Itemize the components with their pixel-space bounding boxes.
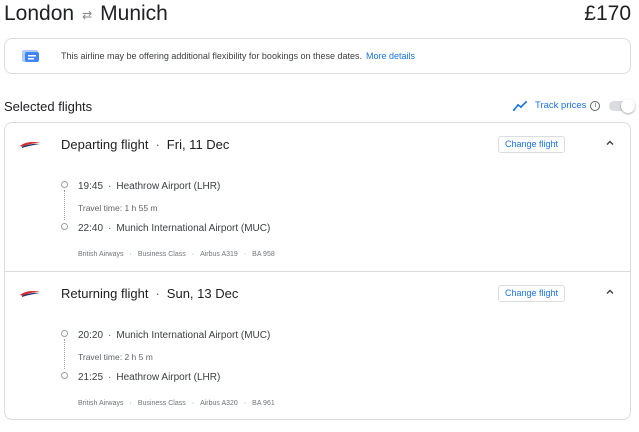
- arrival-stop: 21:25 · Heathrow Airport (LHR): [78, 372, 221, 383]
- travel-time: Travel time: 1 h 55 m: [78, 203, 158, 213]
- total-price: £170: [584, 2, 631, 25]
- arrival-time: 22:40: [78, 223, 104, 234]
- leg-label: Returning flight: [61, 286, 149, 301]
- leg-label: Departing flight: [61, 137, 149, 152]
- british-airways-logo: [20, 291, 40, 297]
- flight-timeline: [61, 328, 69, 379]
- info-icon[interactable]: i: [590, 100, 601, 111]
- arrival-airport: Munich International Airport (MUC): [116, 223, 271, 234]
- origin-city: London: [4, 2, 75, 25]
- selected-flights-card: Departing flight · Fri, 11 Dec Change flig…: [4, 122, 631, 420]
- section-title: Selected flights: [4, 99, 93, 114]
- departure-time: 19:45: [78, 181, 104, 192]
- notice-text: This airline may be offering additional …: [61, 51, 363, 61]
- travel-time: Travel time: 2 h 5 m: [78, 352, 153, 362]
- separator-dot: ·: [155, 286, 160, 301]
- flight-number: BA 958: [252, 251, 275, 258]
- departure-time: 20:20: [78, 330, 104, 341]
- change-flight-button[interactable]: Change flight: [498, 285, 566, 302]
- flight-details: British Airways · Business Class · Airbus A3…: [78, 251, 275, 258]
- aircraft-type: Airbus A320: [200, 400, 238, 407]
- flight-number: BA 961: [252, 400, 275, 407]
- timeline-dotted-line: [64, 339, 65, 369]
- swap-arrows-icon: ⇄: [82, 8, 93, 22]
- returning-title: Returning flight · Sun, 13 Dec: [61, 286, 238, 301]
- departure-stop: 19:45 · Heathrow Airport (LHR): [78, 181, 221, 192]
- route-title: London ⇄ Munich: [4, 2, 168, 26]
- arrival-time: 21:25: [78, 372, 104, 383]
- change-flight-button[interactable]: Change flight: [498, 136, 566, 153]
- aircraft-type: Airbus A319: [200, 251, 238, 258]
- departure-stop: 20:20 · Munich International Airport (MUC): [78, 330, 271, 341]
- timeline-dotted-line: [64, 190, 65, 220]
- departure-circle: [61, 330, 68, 337]
- chevron-up-icon[interactable]: [605, 287, 615, 297]
- cabin-class: Business Class: [137, 251, 186, 258]
- departing-title: Departing flight · Fri, 11 Dec: [61, 137, 229, 152]
- departure-airport: Munich International Airport (MUC): [116, 330, 271, 341]
- track-prices[interactable]: Track prices i: [513, 98, 636, 113]
- departure-airport: Heathrow Airport (LHR): [116, 181, 221, 192]
- leg-date: Sun, 13 Dec: [166, 286, 239, 301]
- track-prices-toggle[interactable]: [609, 98, 636, 113]
- airline-name: British Airways: [78, 251, 124, 258]
- british-airways-logo: [20, 142, 40, 148]
- arrival-stop: 22:40 · Munich International Airport (MUC): [78, 223, 271, 234]
- more-details-link[interactable]: More details: [366, 51, 415, 61]
- airline-name: British Airways: [78, 400, 124, 407]
- departing-leg: Departing flight · Fri, 11 Dec Change flig…: [5, 123, 630, 271]
- arrival-circle: [61, 223, 68, 230]
- trend-line-icon: [513, 100, 527, 111]
- chevron-up-icon[interactable]: [605, 138, 615, 148]
- flight-details: British Airways · Business Class · Airbus A3…: [78, 400, 275, 407]
- track-prices-label: Track prices: [535, 100, 587, 111]
- ticket-icon: [22, 50, 39, 62]
- returning-leg: Returning flight · Sun, 13 Dec Change flig…: [5, 271, 630, 419]
- separator-dot: ·: [155, 137, 160, 152]
- arrival-airport: Heathrow Airport (LHR): [116, 372, 221, 383]
- trip-header: London ⇄ Munich £170: [4, 0, 635, 30]
- arrival-circle: [61, 372, 68, 379]
- destination-city: Munich: [100, 2, 168, 25]
- flight-timeline: [61, 179, 69, 230]
- departure-circle: [61, 181, 68, 188]
- flexibility-notice: This airline may be offering additional …: [4, 38, 631, 74]
- cabin-class: Business Class: [137, 400, 186, 407]
- toggle-knob: [621, 98, 636, 113]
- leg-date: Fri, 11 Dec: [166, 137, 230, 152]
